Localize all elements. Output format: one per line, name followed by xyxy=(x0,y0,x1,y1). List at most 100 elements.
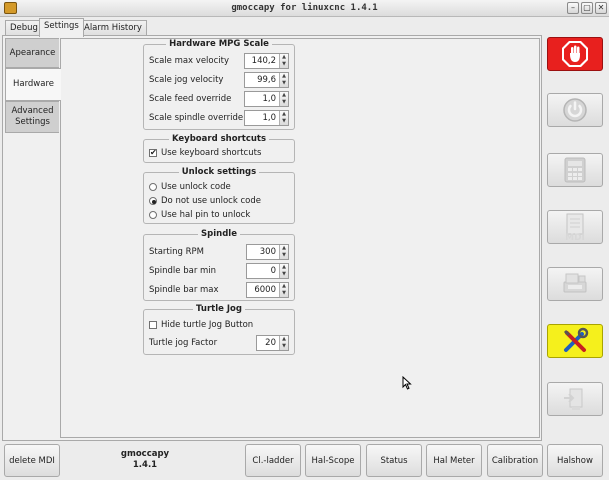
radio-use-unlock-code[interactable]: Use unlock code xyxy=(149,182,231,192)
starting-rpm-label: Starting RPM xyxy=(149,247,204,257)
radio-use-hal-pin-to-unlock[interactable]: Use hal pin to unlock xyxy=(149,210,250,220)
spindle-bar-max-spin[interactable]: 6000 ▲ ▼ xyxy=(246,282,289,298)
radio-label: Use hal pin to unlock xyxy=(161,210,251,220)
estop-button[interactable] xyxy=(547,37,603,71)
spin-up-icon[interactable]: ▲ xyxy=(280,73,288,80)
spin-down-icon[interactable]: ▼ xyxy=(280,271,288,278)
tab-settings[interactable]: Settings xyxy=(39,18,84,37)
radio-do-not-use-unlock-code[interactable]: Do not use unlock code xyxy=(149,196,261,206)
spin-down-icon[interactable]: ▼ xyxy=(280,61,288,68)
machine-power-button[interactable] xyxy=(547,93,603,127)
scale-max-velocity-spin[interactable]: 140,2 ▲ ▼ xyxy=(244,53,289,69)
spin-down-icon[interactable]: ▼ xyxy=(280,252,288,259)
auto-mode-button[interactable] xyxy=(547,267,603,301)
exit-button[interactable] xyxy=(547,382,603,416)
unlock-settings-title: Unlock settings xyxy=(178,167,260,177)
starting-rpm-spin[interactable]: 300 ▲ ▼ xyxy=(246,244,289,260)
radio-label: Do not use unlock code xyxy=(161,196,261,206)
scale-max-velocity-label: Scale max velocity xyxy=(149,56,230,66)
status-button[interactable]: Status xyxy=(366,444,422,477)
maximize-icon[interactable]: ▢ xyxy=(581,2,593,14)
halshow-button[interactable]: Halshow xyxy=(547,444,603,477)
title-bar: gmoccapy for linuxcnc 1.4.1 – ▢ ✕ xyxy=(0,0,609,17)
subtab-apearance[interactable]: Apearance xyxy=(5,38,59,68)
settings-tools-icon xyxy=(563,327,589,352)
calculator-icon xyxy=(564,157,586,183)
turtle-jog-factor-value[interactable]: 20 xyxy=(257,336,279,350)
exit-icon xyxy=(564,388,583,410)
spin-up-icon[interactable]: ▲ xyxy=(280,336,288,343)
spin-up-icon[interactable]: ▲ xyxy=(280,92,288,99)
radio-off-icon[interactable] xyxy=(149,183,157,191)
checkbox-checked-icon[interactable] xyxy=(149,148,157,157)
manual-mode-button[interactable] xyxy=(547,153,603,187)
checkbox-unchecked-icon[interactable] xyxy=(149,321,157,329)
turtle-jog-factor-spin[interactable]: 20 ▲ ▼ xyxy=(256,335,289,351)
calibration-button[interactable]: Calibration xyxy=(487,444,543,477)
hide-turtle-jog-checkbox[interactable]: Hide turtle Jog Button xyxy=(149,320,253,330)
mdi-document-icon: MDI xyxy=(565,213,585,242)
unlock-settings-frame: Unlock settings Use unlock code Do not u… xyxy=(143,167,295,224)
delete-mdi-button[interactable]: delete MDI xyxy=(4,444,60,477)
spindle-title: Spindle xyxy=(198,229,240,239)
scale-spindle-override-label: Scale spindle override xyxy=(149,113,244,123)
mdi-mode-button[interactable]: MDI xyxy=(547,210,603,244)
mpg-scale-frame: Hardware MPG Scale Scale max velocity 14… xyxy=(143,39,295,130)
mpg-scale-title: Hardware MPG Scale xyxy=(166,39,272,49)
hal-scope-button[interactable]: Hal-Scope xyxy=(305,444,361,477)
spindle-bar-min-spin[interactable]: 0 ▲ ▼ xyxy=(246,263,289,279)
tab-alarm-history[interactable]: Alarm History xyxy=(79,20,147,36)
scale-spindle-override-spin[interactable]: 1,0 ▲ ▼ xyxy=(244,110,289,126)
spindle-bar-min-value[interactable]: 0 xyxy=(247,264,279,278)
hal-meter-button[interactable]: Hal Meter xyxy=(426,444,482,477)
settings-button[interactable] xyxy=(547,324,603,358)
spin-down-icon[interactable]: ▼ xyxy=(280,290,288,297)
scale-feed-override-spin[interactable]: 1,0 ▲ ▼ xyxy=(244,91,289,107)
starting-rpm-value[interactable]: 300 xyxy=(247,245,279,259)
spin-up-icon[interactable]: ▲ xyxy=(280,283,288,290)
subtab-hardware[interactable]: Hardware xyxy=(5,68,61,101)
app-version: 1.4.1 xyxy=(132,460,158,470)
estop-hand-icon xyxy=(562,41,588,67)
turtle-jog-factor-label: Turtle jog Factor xyxy=(149,338,218,348)
auto-mode-icon xyxy=(563,273,587,293)
use-keyboard-shortcuts-label: Use keyboard shortcuts xyxy=(161,148,262,158)
hide-turtle-jog-label: Hide turtle Jog Button xyxy=(161,320,254,330)
spin-down-icon[interactable]: ▼ xyxy=(280,80,288,87)
scale-jog-velocity-spin[interactable]: 99,6 ▲ ▼ xyxy=(244,72,289,88)
tab-debug[interactable]: Debug xyxy=(5,20,43,36)
power-icon xyxy=(563,98,587,122)
spindle-bar-max-label: Spindle bar max xyxy=(149,285,219,295)
spin-up-icon[interactable]: ▲ xyxy=(280,54,288,61)
spin-down-icon[interactable]: ▼ xyxy=(280,343,288,350)
scale-jog-velocity-label: Scale jog velocity xyxy=(149,75,224,85)
spin-down-icon[interactable]: ▼ xyxy=(280,99,288,106)
use-keyboard-shortcuts-checkbox[interactable]: Use keyboard shortcuts xyxy=(149,148,261,158)
app-info: gmoccapy 1.4.1 xyxy=(113,449,177,471)
scale-feed-override-value[interactable]: 1,0 xyxy=(245,92,279,106)
spin-down-icon[interactable]: ▼ xyxy=(280,118,288,125)
spin-up-icon[interactable]: ▲ xyxy=(280,245,288,252)
spin-up-icon[interactable]: ▲ xyxy=(280,111,288,118)
keyboard-shortcuts-title: Keyboard shortcuts xyxy=(168,134,270,144)
minimize-icon[interactable]: – xyxy=(567,2,579,14)
radio-label: Use unlock code xyxy=(161,182,231,192)
spin-up-icon[interactable]: ▲ xyxy=(280,264,288,271)
hardware-panel xyxy=(60,38,540,438)
radio-on-icon[interactable] xyxy=(149,197,157,205)
spindle-frame: Spindle Starting RPM 300 ▲ ▼ Spindle bar … xyxy=(143,229,295,301)
spindle-bar-max-value[interactable]: 6000 xyxy=(247,283,279,297)
spindle-bar-min-label: Spindle bar min xyxy=(149,266,217,276)
scale-max-velocity-value[interactable]: 140,2 xyxy=(245,54,279,68)
scale-feed-override-label: Scale feed override xyxy=(149,94,232,104)
app-name: gmoccapy xyxy=(120,449,170,459)
radio-off-icon[interactable] xyxy=(149,211,157,219)
bottom-bar: delete MDI gmoccapy 1.4.1 Cl.-ladder Hal… xyxy=(0,443,609,480)
turtle-jog-title: Turtle Jog xyxy=(193,304,245,314)
classic-ladder-button[interactable]: Cl.-ladder xyxy=(245,444,301,477)
scale-spindle-override-value[interactable]: 1,0 xyxy=(245,111,279,125)
close-icon[interactable]: ✕ xyxy=(595,2,607,14)
mouse-cursor-icon xyxy=(402,376,412,390)
scale-jog-velocity-value[interactable]: 99,6 xyxy=(245,73,279,87)
subtab-advanced-settings[interactable]: Advanced Settings xyxy=(5,101,59,133)
